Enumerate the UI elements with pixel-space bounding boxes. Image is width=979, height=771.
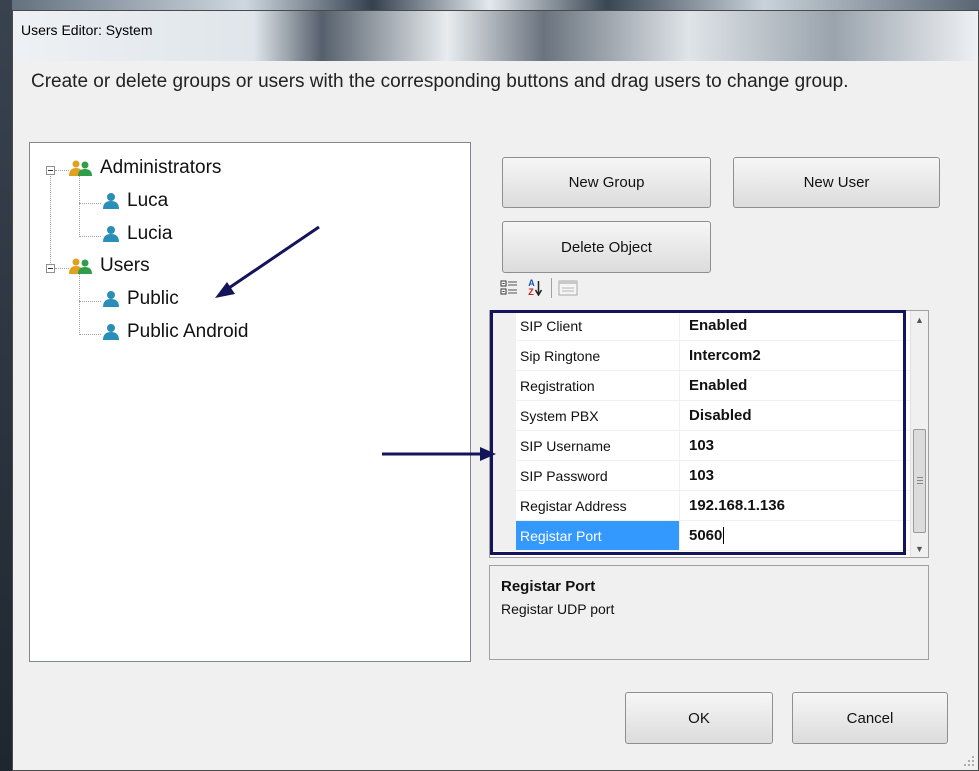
tree-user-label: Lucia: [127, 223, 173, 244]
property-row[interactable]: System PBX Disabled: [490, 401, 912, 431]
scroll-thumb[interactable]: [913, 429, 926, 533]
new-group-button[interactable]: New Group: [502, 157, 711, 208]
tree-user-luca[interactable]: Luca: [101, 190, 168, 212]
property-row[interactable]: SIP Username 103: [490, 431, 912, 461]
property-value[interactable]: Enabled: [679, 311, 912, 341]
property-name: Registration: [516, 371, 679, 401]
collapse-administrators-toggle[interactable]: [46, 166, 55, 175]
property-row[interactable]: Registar Address 192.168.1.136: [490, 491, 912, 521]
property-value[interactable]: 192.168.1.136: [679, 491, 912, 521]
resize-grip-icon[interactable]: [962, 754, 976, 768]
tree-connector: [50, 171, 51, 269]
dialog-title: Users Editor: System: [21, 22, 153, 38]
tree-user-label: Public Android: [127, 321, 249, 342]
tree-group-users[interactable]: Users: [68, 255, 150, 277]
description-text: Registar UDP port: [501, 601, 615, 617]
tree-connector: [79, 301, 101, 302]
property-name: SIP Password: [516, 461, 679, 491]
tree-user-public[interactable]: Public: [101, 288, 179, 310]
tree-connector: [79, 271, 80, 335]
scroll-down-icon[interactable]: ▼: [911, 540, 928, 557]
property-value[interactable]: 103: [679, 461, 912, 491]
ok-button[interactable]: OK: [625, 692, 773, 744]
categorized-icon[interactable]: [499, 278, 519, 298]
tree-connector: [55, 268, 69, 269]
group-icon: [69, 258, 92, 274]
user-icon: [103, 193, 119, 209]
tree-connector: [79, 203, 101, 204]
property-name: SIP Client: [516, 311, 679, 341]
tree-user-public-android[interactable]: Public Android: [101, 321, 248, 343]
property-row[interactable]: SIP Client Enabled: [490, 311, 912, 341]
property-row-selected[interactable]: Registar Port 5060: [490, 521, 912, 551]
property-grid[interactable]: SIP Client Enabled Sip Ringtone Intercom…: [489, 310, 929, 558]
toolbar-separator: [551, 278, 552, 298]
collapse-users-toggle[interactable]: [46, 264, 55, 273]
property-pages-icon[interactable]: [558, 278, 578, 298]
alphabetical-sort-icon[interactable]: A Z: [525, 278, 545, 298]
property-name: System PBX: [516, 401, 679, 431]
tree-user-lucia[interactable]: Lucia: [101, 223, 172, 245]
desktop-edge: [0, 0, 12, 771]
tree-connector: [79, 236, 101, 237]
property-grid-toolbar: A Z: [499, 275, 578, 301]
delete-object-button[interactable]: Delete Object: [502, 221, 711, 273]
new-user-button[interactable]: New User: [733, 157, 940, 208]
property-name: Registar Port: [516, 521, 679, 551]
registar-port-input[interactable]: 5060: [679, 521, 912, 551]
users-tree[interactable]: Administrators Luca Lucia Users Public P…: [29, 142, 471, 662]
dialog-titlebar[interactable]: Users Editor: System: [13, 11, 978, 61]
property-grid-scrollbar[interactable]: ▲ ▼: [910, 311, 928, 557]
user-icon: [103, 226, 119, 242]
property-value: 5060: [689, 527, 723, 544]
group-icon: [69, 160, 92, 176]
tree-user-label: Public: [127, 288, 179, 309]
property-row[interactable]: Sip Ringtone Intercom2: [490, 341, 912, 371]
property-description-panel: Registar Port Registar UDP port: [489, 565, 929, 660]
tree-group-administrators[interactable]: Administrators: [68, 157, 221, 179]
tree-connector: [55, 170, 69, 171]
tree-user-label: Luca: [127, 190, 169, 211]
property-value[interactable]: 103: [679, 431, 912, 461]
cancel-button[interactable]: Cancel: [792, 692, 948, 744]
property-row[interactable]: Registration Enabled: [490, 371, 912, 401]
property-name: Registar Address: [516, 491, 679, 521]
property-value[interactable]: Enabled: [679, 371, 912, 401]
user-icon: [103, 324, 119, 340]
scroll-up-icon[interactable]: ▲: [911, 311, 928, 328]
instruction-text: Create or delete groups or users with th…: [31, 71, 849, 92]
property-value[interactable]: Disabled: [679, 401, 912, 431]
tree-connector: [79, 334, 101, 335]
property-name: Sip Ringtone: [516, 341, 679, 371]
tree-group-label: Administrators: [100, 157, 222, 178]
text-caret: [723, 527, 725, 544]
description-title: Registar Port: [501, 578, 596, 595]
property-row[interactable]: SIP Password 103: [490, 461, 912, 491]
tree-group-label: Users: [100, 255, 150, 276]
property-name: SIP Username: [516, 431, 679, 461]
user-icon: [103, 291, 119, 307]
property-value[interactable]: Intercom2: [679, 341, 912, 371]
